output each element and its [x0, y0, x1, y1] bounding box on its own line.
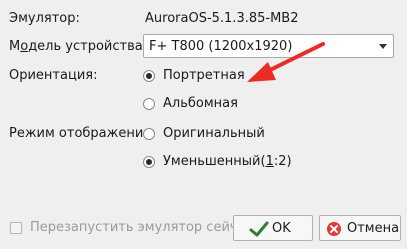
- red-arrow-annotation: [247, 42, 325, 82]
